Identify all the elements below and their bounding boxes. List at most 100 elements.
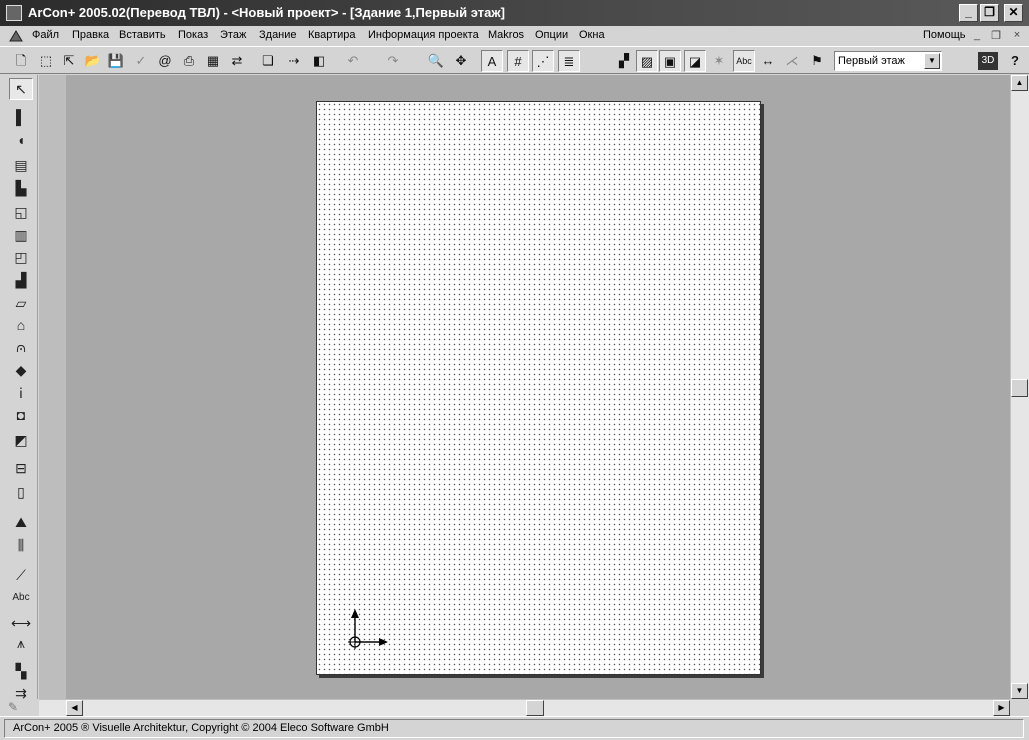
measure-icon[interactable]: ⟷ xyxy=(9,613,33,635)
dimension-icon[interactable]: ↔ xyxy=(757,50,779,72)
window-icon[interactable]: ▤ xyxy=(9,155,33,177)
corner-icon[interactable]: ◩ xyxy=(9,430,33,452)
pen-icon[interactable]: ✎ xyxy=(8,700,18,714)
menu-help[interactable]: Помощь xyxy=(923,29,966,41)
stairs-icon[interactable]: ◪ xyxy=(684,50,706,72)
minimize-button[interactable]: _ xyxy=(959,4,978,22)
wall-icon[interactable]: ▌ xyxy=(9,107,33,129)
text-icon[interactable]: A xyxy=(481,50,503,72)
menu-10[interactable]: Окна xyxy=(579,29,605,41)
pointer-icon[interactable]: ↖ xyxy=(9,78,33,100)
line-icon[interactable]: ⟋ xyxy=(9,565,33,587)
axis-icon[interactable]: ⋌ xyxy=(781,50,803,72)
print-icon[interactable]: ⎙ xyxy=(178,50,200,72)
redo-icon[interactable]: ↷ xyxy=(382,50,404,72)
menu-9[interactable]: Опции xyxy=(535,29,568,41)
floor-select[interactable]: Первый этаж ▼ xyxy=(834,51,942,71)
chevron-down-icon[interactable]: ▼ xyxy=(924,53,940,69)
label-abc-icon[interactable]: Abc xyxy=(733,50,755,72)
mdi-restore-button[interactable]: ❐ xyxy=(989,29,1003,43)
walls-icon[interactable]: ▞ xyxy=(613,50,635,72)
restore-button[interactable]: ❐ xyxy=(980,4,999,22)
drawing-sheet[interactable] xyxy=(316,101,761,675)
roof-icon[interactable]: ✶ xyxy=(708,50,730,72)
menu-6[interactable]: Квартира xyxy=(308,29,356,41)
opening-icon[interactable]: ◱ xyxy=(9,202,33,224)
arc-wall-icon[interactable]: ◖ xyxy=(9,130,33,152)
new-icon[interactable]: 🗋 xyxy=(10,50,32,72)
save-icon[interactable]: 💾 xyxy=(105,50,127,72)
door-icon[interactable]: ▙ xyxy=(9,178,33,200)
floor-select-value: Первый этаж xyxy=(838,55,905,67)
left-strip xyxy=(39,75,66,699)
slab-icon[interactable]: ▱ xyxy=(9,293,33,315)
navigate-icon[interactable]: ✥ xyxy=(450,50,472,72)
marker-icon[interactable]: ⚑ xyxy=(806,50,828,72)
title-bar: ArCon+ 2005.02(Перевод ТВЛ) - <Новый про… xyxy=(0,0,1029,26)
menu-1[interactable]: Правка xyxy=(72,29,109,41)
menu-7[interactable]: Информация проекта xyxy=(368,29,479,41)
fence-icon[interactable]: ⫼ xyxy=(9,535,33,557)
copy-object-icon[interactable]: ❏ xyxy=(257,50,279,72)
mdi-close-button[interactable]: × xyxy=(1010,29,1024,43)
scroll-left-button[interactable]: ◀ xyxy=(66,700,83,716)
hpgl-dxf-icon[interactable]: ≣ xyxy=(558,50,580,72)
move-icon[interactable]: ⇢ xyxy=(283,50,305,72)
hatch-icon[interactable]: ▨ xyxy=(636,50,658,72)
status-text: ArCon+ 2005 ® Visuelle Architektur, Copy… xyxy=(13,722,389,734)
menu-0[interactable]: Файл xyxy=(32,29,59,41)
terrain-icon[interactable]: ⛰ xyxy=(9,512,33,534)
cabinet-icon[interactable]: ⊟ xyxy=(9,458,33,480)
snap-icon[interactable]: ⋰ xyxy=(532,50,554,72)
horizontal-scroll-thumb[interactable] xyxy=(526,700,544,716)
menu-bar: Файл Правка Вставить Показ Этаж Здание Квартир… xyxy=(0,26,1029,46)
scroll-up-button[interactable]: ▲ xyxy=(1011,75,1028,91)
hscroll-left-filler: ✎ xyxy=(0,699,39,716)
rooms-icon[interactable]: ▣ xyxy=(659,50,681,72)
scroll-down-button[interactable]: ▼ xyxy=(1011,683,1028,699)
furniture-icon[interactable]: ◆ xyxy=(9,360,33,382)
window-title: ArCon+ 2005.02(Перевод ТВЛ) - <Новый про… xyxy=(28,5,505,20)
help-cursor-icon[interactable]: ? xyxy=(1004,50,1026,72)
room-icon[interactable]: ◰ xyxy=(9,247,33,269)
left-toolbar: ↖ ▌ ◖ ▤ ▙ ◱ ▥ ◰ ▟ ▱ ⌂ ⩀ ◆ ⅰ ◘ ◩ ⊟ ▯ ⛰ ⫼ ⟋ Abc ⟷ ⩚ ▚ ⇉ xyxy=(0,75,38,715)
select-window-icon[interactable]: ⬚ xyxy=(35,50,57,72)
section-icon[interactable]: ⩚ xyxy=(9,633,33,655)
open-icon[interactable]: 📂 xyxy=(82,50,104,72)
status-bar: ArCon+ 2005 ® Visuelle Architektur, Copy… xyxy=(0,716,1029,740)
vertical-scrollbar[interactable]: ▲ ▼ xyxy=(1010,75,1029,699)
stair-icon[interactable]: ▥ xyxy=(9,225,33,247)
print-preview-icon[interactable]: ▦ xyxy=(202,50,224,72)
email-icon[interactable]: @ xyxy=(154,50,176,72)
drawing-area[interactable] xyxy=(39,75,1010,699)
origin-axis-icon xyxy=(348,609,388,649)
niche-icon[interactable]: ▯ xyxy=(9,482,33,504)
scroll-right-button[interactable]: ▶ xyxy=(993,700,1010,716)
export-icon[interactable]: ⇄ xyxy=(226,50,248,72)
view-3d-button[interactable]: 3D xyxy=(978,52,998,70)
roof-icon[interactable]: ⌂ xyxy=(9,315,33,337)
grid-icon[interactable]: # xyxy=(507,50,529,72)
arcon-app-icon[interactable] xyxy=(6,5,22,21)
menu-3[interactable]: Показ xyxy=(178,29,208,41)
menu-2[interactable]: Вставить xyxy=(119,29,166,41)
column-icon[interactable]: ◘ xyxy=(9,405,33,427)
stair-dimension-icon[interactable]: ▚ xyxy=(9,661,33,683)
menu-4[interactable]: Этаж xyxy=(220,29,246,41)
3d-box-icon[interactable]: ◧ xyxy=(308,50,330,72)
check-icon[interactable]: ✓ xyxy=(130,50,152,72)
text-abc-icon[interactable]: Abc xyxy=(9,587,33,609)
step-icon[interactable]: ▟ xyxy=(9,270,33,292)
light-icon[interactable]: ⅰ xyxy=(9,383,33,405)
vertical-scroll-thumb[interactable] xyxy=(1011,379,1028,397)
menu-5[interactable]: Здание xyxy=(259,29,297,41)
document-icon[interactable] xyxy=(8,29,24,43)
dormer-icon[interactable]: ⩀ xyxy=(9,337,33,359)
horizontal-scrollbar[interactable]: ◀ ▶ xyxy=(39,699,1010,716)
zoom-icon[interactable]: 🔍 xyxy=(425,50,447,72)
select-cursor-icon[interactable]: ⇱ xyxy=(58,50,80,72)
mdi-minimize-button[interactable]: _ xyxy=(970,29,984,43)
menu-8[interactable]: Makros xyxy=(488,29,524,41)
undo-icon[interactable]: ↶ xyxy=(342,50,364,72)
close-button[interactable]: ✕ xyxy=(1004,4,1023,22)
